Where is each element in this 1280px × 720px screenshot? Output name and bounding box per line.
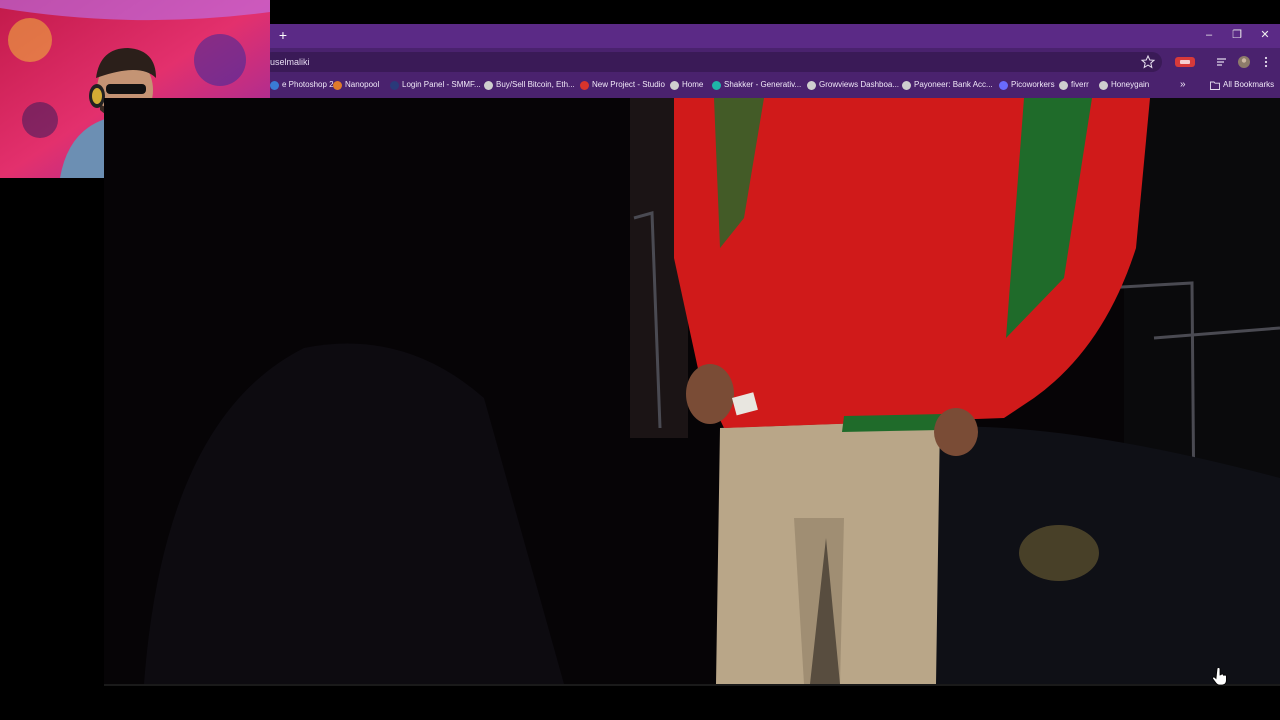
globe-icon [902,80,911,90]
bookmark-label: Payoneer: Bank Acc... [914,80,993,89]
address-bar-text[interactable]: uselmaliki [270,52,310,72]
folder-icon [1210,81,1220,90]
tab-search-icon[interactable] [1214,54,1230,70]
bookmark-label: Buy/Sell Bitcoin, Eth... [496,80,575,89]
extension-icon[interactable] [1174,54,1196,70]
bookmark-item[interactable]: Growviews Dashboa... [807,78,899,92]
bookmark-item[interactable]: fiverr [1059,78,1089,92]
bookmark-label: fiverr [1071,80,1089,89]
bookmark-item[interactable]: Payoneer: Bank Acc... [902,78,993,92]
photoshop-icon [270,80,279,90]
bookmark-label: Home [682,80,704,89]
bookmark-label: Nanopool [345,80,380,89]
star-icon[interactable] [1140,54,1156,70]
video-progress-track[interactable] [104,684,1280,686]
bookmark-label: Honeygain [1111,80,1150,89]
globe-icon [670,80,679,90]
bookmark-item[interactable]: Buy/Sell Bitcoin, Eth... [484,78,575,92]
shakker-icon [712,80,721,90]
bookmark-label: New Project - Studio [592,80,665,89]
restore-button[interactable]: ❐ [1229,28,1245,42]
globe-icon [1059,80,1068,90]
bookmark-item[interactable]: e Photoshop 2... [270,78,340,92]
new-tab-button[interactable]: + [276,27,290,43]
bookmark-item[interactable]: Login Panel - SMMF... [390,78,481,92]
bookmark-item[interactable]: Home [670,78,703,92]
all-bookmarks-label: All Bookmarks [1223,80,1275,89]
profile-avatar[interactable] [1236,54,1252,70]
bookmark-item[interactable]: Picoworkers [999,78,1055,92]
bookmarks-overflow-button[interactable]: » [1180,78,1186,92]
bookmark-item[interactable]: Shakker - Generativ... [712,78,801,92]
menu-icon[interactable] [1258,54,1274,70]
address-bar[interactable]: uselmaliki [262,52,1162,72]
globe-icon [807,80,816,90]
globe-icon [1099,80,1108,90]
studio-icon [580,80,589,90]
minimize-button[interactable]: – [1201,28,1217,42]
smm-icon [390,80,399,90]
bookmark-label: Picoworkers [1011,80,1055,89]
bookmark-label: Growviews Dashboa... [819,80,900,89]
picoworkers-icon [999,80,1008,90]
bookmark-label: e Photoshop 2... [282,80,341,89]
bookmark-label: Shakker - Generativ... [724,80,802,89]
nanopool-icon [333,80,342,90]
bookmark-label: Login Panel - SMMF... [402,80,481,89]
all-bookmarks-button[interactable]: All Bookmarks [1210,78,1274,92]
bookmark-item[interactable]: Honeygain [1099,78,1149,92]
bookmark-item[interactable]: New Project - Studio [580,78,665,92]
hand-cursor-icon [1212,668,1227,686]
bookmark-item[interactable]: Nanopool [333,78,379,92]
tab-strip [270,24,1280,48]
close-button[interactable]: ✕ [1257,28,1273,42]
globe-icon [484,80,493,90]
video-player[interactable] [104,98,1280,684]
video-frame [104,98,1280,684]
